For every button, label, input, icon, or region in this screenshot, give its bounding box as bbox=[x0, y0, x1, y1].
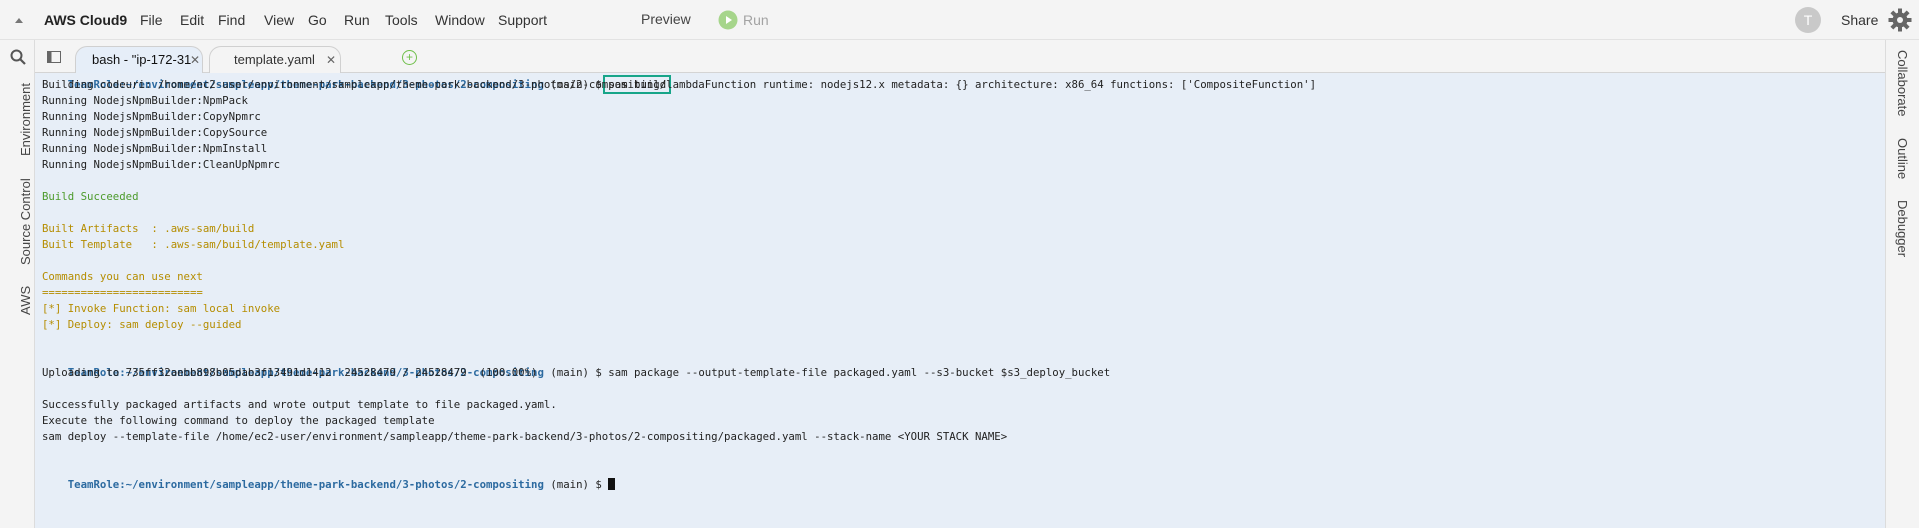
command-text: sam package --output-template-file packa… bbox=[608, 366, 1111, 379]
prompt-branch: (main) $ bbox=[543, 478, 609, 491]
gear-icon[interactable] bbox=[1888, 8, 1912, 32]
terminal-line: Running NodejsNpmBuilder:CopyNpmrc bbox=[42, 110, 261, 123]
close-icon[interactable]: ✕ bbox=[326, 47, 336, 73]
terminal-line: Commands you can use next bbox=[42, 270, 203, 283]
collapse-menu-icon[interactable] bbox=[12, 13, 26, 27]
menu-run[interactable]: Run bbox=[344, 12, 370, 28]
build-succeeded-line: Build Succeeded bbox=[42, 190, 139, 203]
tab-aws[interactable]: AWS bbox=[18, 286, 33, 315]
terminal[interactable]: TeamRole:~/environment/sampleapp/theme-p… bbox=[35, 73, 1885, 528]
terminal-line: Built Template : .aws-sam/build/template… bbox=[42, 238, 345, 251]
terminal-line: Running NodejsNpmBuilder:CleanUpNpmrc bbox=[42, 158, 281, 171]
terminal-line: Uploading to 735ff32aebb898b05dab3f13491… bbox=[42, 366, 538, 379]
prompt-branch: (main) $ bbox=[543, 366, 609, 379]
terminal-line: [*] Invoke Function: sam local invoke bbox=[42, 302, 281, 315]
tab-collaborate[interactable]: Collaborate bbox=[1895, 50, 1910, 117]
menu-tools[interactable]: Tools bbox=[385, 12, 418, 28]
tab-label: template.yaml bbox=[234, 52, 315, 67]
menu-bar: AWS Cloud9 File Edit Find View Go Run To… bbox=[0, 0, 1919, 40]
prompt-path: ~/environment/sampleapp/theme-park-backe… bbox=[125, 478, 544, 491]
share-button[interactable]: Share bbox=[1841, 12, 1878, 28]
tab-outline[interactable]: Outline bbox=[1895, 138, 1910, 179]
tab-environment[interactable]: Environment bbox=[18, 83, 33, 156]
right-panel-bar: Collaborate Outline Debugger bbox=[1885, 40, 1919, 528]
preview-button[interactable]: Preview bbox=[641, 11, 691, 27]
terminal-cursor bbox=[608, 478, 616, 490]
tab-debugger[interactable]: Debugger bbox=[1895, 200, 1910, 257]
terminal-line-prompt: TeamRole:~/environment/sampleapp/theme-p… bbox=[42, 349, 1110, 379]
app-brand[interactable]: AWS Cloud9 bbox=[44, 12, 127, 28]
run-label: Run bbox=[743, 12, 769, 28]
search-icon[interactable] bbox=[10, 49, 26, 65]
menu-window[interactable]: Window bbox=[435, 12, 485, 28]
tab-source-control[interactable]: Source Control bbox=[18, 178, 33, 265]
terminal-line: Built Artifacts : .aws-sam/build bbox=[42, 222, 255, 235]
terminal-line: [*] Deploy: sam deploy --guided bbox=[42, 318, 242, 331]
prompt-role: TeamRole: bbox=[67, 478, 126, 491]
left-panel-bar: Environment Source Control AWS bbox=[0, 40, 35, 528]
tab-label: bash - "ip-172-31 bbox=[92, 52, 192, 67]
menu-file[interactable]: File bbox=[140, 12, 163, 28]
terminal-line-prompt: TeamRole:~/environment/sampleapp/theme-p… bbox=[42, 461, 616, 491]
terminal-line: Running NodejsNpmBuilder:NpmInstall bbox=[42, 142, 268, 155]
terminal-line: Execute the following command to deploy … bbox=[42, 414, 435, 427]
tab-template-yaml[interactable]: template.yaml ✕ bbox=[209, 46, 341, 73]
menu-support[interactable]: Support bbox=[498, 12, 547, 28]
panel-toggle-icon[interactable] bbox=[47, 51, 61, 63]
tab-bash-terminal[interactable]: bash - "ip-172-31 ✕ bbox=[75, 46, 203, 73]
terminal-line: sam deploy --template-file /home/ec2-use… bbox=[42, 430, 1008, 443]
user-avatar[interactable]: T bbox=[1795, 7, 1821, 33]
terminal-line: Building codeuri: /home/ec2-user/environ… bbox=[42, 78, 1317, 91]
run-play-icon bbox=[718, 10, 738, 30]
close-icon[interactable]: ✕ bbox=[190, 47, 200, 73]
run-button[interactable]: Run bbox=[718, 9, 769, 31]
terminal-line: Running NodejsNpmBuilder:NpmPack bbox=[42, 94, 248, 107]
terminal-line: ========================= bbox=[42, 286, 203, 299]
menu-find[interactable]: Find bbox=[218, 12, 245, 28]
terminal-line: Successfully packaged artifacts and wrot… bbox=[42, 398, 557, 411]
menu-go[interactable]: Go bbox=[308, 12, 327, 28]
editor-tab-bar: bash - "ip-172-31 ✕ template.yaml ✕ + bbox=[35, 40, 1885, 73]
menu-edit[interactable]: Edit bbox=[180, 12, 204, 28]
terminal-line: Running NodejsNpmBuilder:CopySource bbox=[42, 126, 268, 139]
menu-view[interactable]: View bbox=[264, 12, 294, 28]
add-tab-icon[interactable]: + bbox=[402, 50, 417, 65]
